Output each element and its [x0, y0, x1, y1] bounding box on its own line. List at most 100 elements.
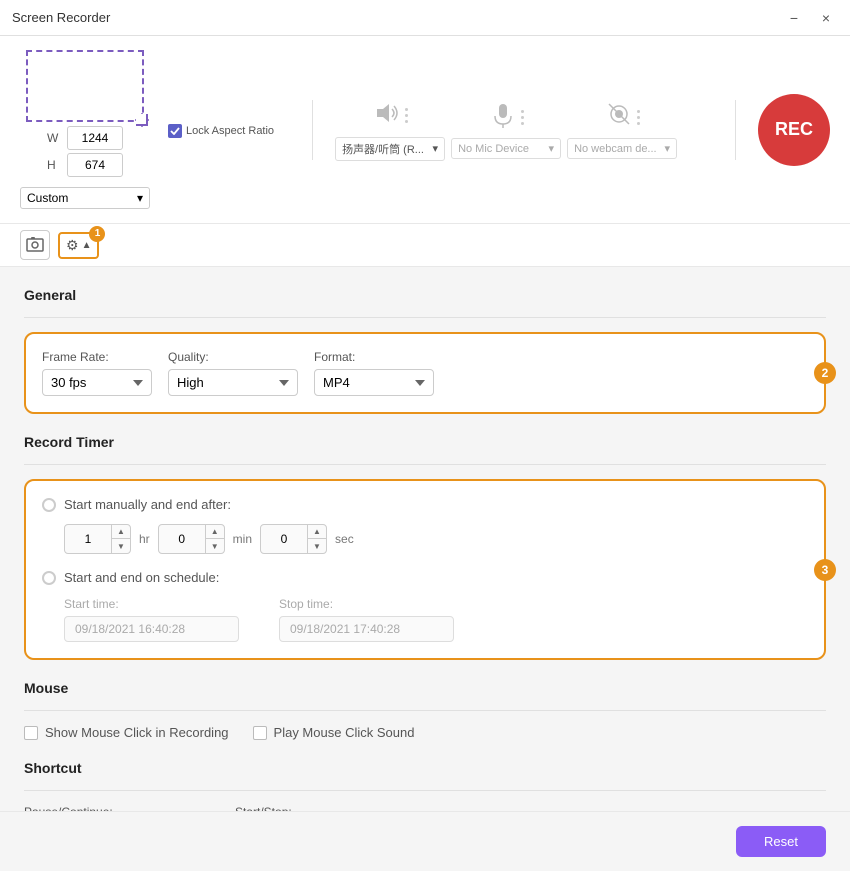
quality-label: Quality:	[168, 350, 298, 364]
shortcut-section: Shortcut Pause/Continue: Start/Stop:	[24, 760, 826, 811]
fps-group: Frame Rate: 30 fps	[42, 350, 152, 396]
resolution-preset-chevron-icon: ▾	[137, 191, 143, 205]
minutes-up-button[interactable]: ▲	[206, 525, 224, 539]
seconds-input[interactable]	[261, 525, 307, 553]
resolution-preset-label: Custom	[27, 191, 68, 205]
seconds-up-button[interactable]: ▲	[308, 525, 326, 539]
settings-bar: ⚙ ▲ 1	[0, 224, 850, 267]
play-sound-text: Play Mouse Click Sound	[274, 725, 415, 740]
general-badge: 2	[814, 362, 836, 384]
show-click-text: Show Mouse Click in Recording	[45, 725, 229, 740]
speaker-dropdown-label: 扬声器/听筒 (R...	[342, 141, 424, 157]
mic-dots-icon[interactable]	[521, 110, 524, 125]
seconds-spinner: ▲ ▼	[260, 524, 327, 554]
stop-time-input[interactable]	[279, 616, 454, 642]
mic-dropdown-chevron-icon: ▾	[549, 142, 555, 155]
shortcut-title: Shortcut	[24, 760, 826, 776]
mic-icon-row	[489, 100, 524, 134]
speaker-dropdown[interactable]: 扬声器/听筒 (R... ▾	[335, 137, 445, 161]
schedule-times-row: Start time: Stop time:	[64, 597, 808, 642]
record-timer-box: Start manually and end after: ▲ ▼ hr ▲ ▼	[24, 479, 826, 660]
height-label: H	[47, 158, 61, 172]
capture-preview[interactable]	[26, 50, 144, 122]
manual-timer-label[interactable]: Start manually and end after:	[42, 497, 808, 512]
mouse-title: Mouse	[24, 680, 826, 696]
stop-time-label: Stop time:	[279, 597, 454, 611]
width-input[interactable]	[67, 126, 123, 150]
mic-dropdown[interactable]: No Mic Device ▾	[451, 138, 561, 159]
resize-handle-icon	[135, 113, 149, 127]
settings-badge: 1	[89, 226, 105, 242]
app-title: Screen Recorder	[12, 10, 110, 25]
av-controls: 扬声器/听筒 (R... ▾ No Mic Device	[335, 99, 713, 161]
schedule-timer-text: Start and end on schedule:	[64, 570, 219, 585]
mic-icon	[489, 100, 517, 134]
minutes-arrows: ▲ ▼	[205, 525, 224, 553]
hours-up-button[interactable]: ▲	[112, 525, 130, 539]
general-selects-row: Frame Rate: 30 fps Quality: High Format:…	[42, 350, 808, 396]
webcam-dots-icon[interactable]	[637, 110, 640, 125]
rec-button[interactable]: REC	[758, 94, 830, 166]
speaker-section: 扬声器/听筒 (R... ▾	[335, 99, 445, 161]
lock-aspect-checkbox[interactable]	[168, 124, 182, 138]
webcam-section: No webcam de... ▾	[567, 100, 677, 159]
quality-group: Quality: High	[168, 350, 298, 396]
hours-unit: hr	[139, 532, 150, 546]
record-timer-section: Record Timer Start manually and end afte…	[24, 434, 826, 660]
mouse-section: Mouse Show Mouse Click in Recording Play…	[24, 680, 826, 740]
minimize-button[interactable]: −	[782, 6, 806, 30]
play-sound-label[interactable]: Play Mouse Click Sound	[253, 725, 415, 740]
webcam-icon-row	[605, 100, 640, 134]
format-select[interactable]: MP4	[314, 369, 434, 396]
hours-input[interactable]	[65, 525, 111, 553]
quality-select[interactable]: High	[168, 369, 298, 396]
schedule-timer-radio[interactable]	[42, 571, 56, 585]
start-time-input[interactable]	[64, 616, 239, 642]
minutes-unit: min	[233, 532, 252, 546]
toolbar-divider	[312, 100, 313, 160]
play-sound-checkbox[interactable]	[253, 726, 267, 740]
capture-area: W H Custom ▾ Lock Aspec	[20, 50, 274, 209]
minutes-spinner: ▲ ▼	[158, 524, 225, 554]
fps-select[interactable]: 30 fps	[42, 369, 152, 396]
speaker-icon-row	[373, 99, 408, 133]
screenshot-button[interactable]	[20, 230, 50, 260]
settings-panel: General Frame Rate: 30 fps Quality: High	[0, 267, 850, 811]
webcam-dropdown[interactable]: No webcam de... ▾	[567, 138, 677, 159]
format-group: Format: MP4	[314, 350, 434, 396]
webcam-icon	[605, 100, 633, 134]
speaker-dots-icon[interactable]	[405, 108, 408, 123]
settings-chevron-icon: ▲	[82, 240, 92, 251]
resolution-preset-select[interactable]: Custom ▾	[20, 187, 150, 209]
speaker-icon	[373, 99, 401, 133]
hours-spinner: ▲ ▼	[64, 524, 131, 554]
toolbar: W H Custom ▾ Lock Aspec	[0, 36, 850, 224]
screenshot-icon	[26, 236, 44, 254]
manual-timer-radio[interactable]	[42, 498, 56, 512]
mouse-options-row: Show Mouse Click in Recording Play Mouse…	[24, 725, 826, 740]
minutes-down-button[interactable]: ▼	[206, 539, 224, 553]
minutes-input[interactable]	[159, 525, 205, 553]
rec-divider	[735, 100, 736, 160]
general-title: General	[24, 287, 826, 303]
width-label: W	[47, 131, 61, 145]
mic-dropdown-label: No Mic Device	[458, 143, 529, 155]
reset-button[interactable]: Reset	[736, 826, 826, 857]
seconds-unit: sec	[335, 532, 354, 546]
height-input[interactable]	[67, 153, 123, 177]
webcam-dropdown-label: No webcam de...	[574, 143, 657, 155]
hours-arrows: ▲ ▼	[111, 525, 130, 553]
show-click-checkbox[interactable]	[24, 726, 38, 740]
titlebar: Screen Recorder − ×	[0, 0, 850, 36]
show-click-label[interactable]: Show Mouse Click in Recording	[24, 725, 229, 740]
gear-icon: ⚙	[66, 237, 79, 254]
seconds-down-button[interactable]: ▼	[308, 539, 326, 553]
settings-gear-button[interactable]: ⚙ ▲ 1	[58, 232, 99, 259]
seconds-arrows: ▲ ▼	[307, 525, 326, 553]
mic-section: No Mic Device ▾	[451, 100, 561, 159]
start-time-label: Start time:	[64, 597, 239, 611]
close-button[interactable]: ×	[814, 6, 838, 30]
schedule-timer-label[interactable]: Start and end on schedule:	[42, 570, 808, 585]
hours-down-button[interactable]: ▼	[112, 539, 130, 553]
lock-aspect-label: Lock Aspect Ratio	[186, 124, 274, 138]
